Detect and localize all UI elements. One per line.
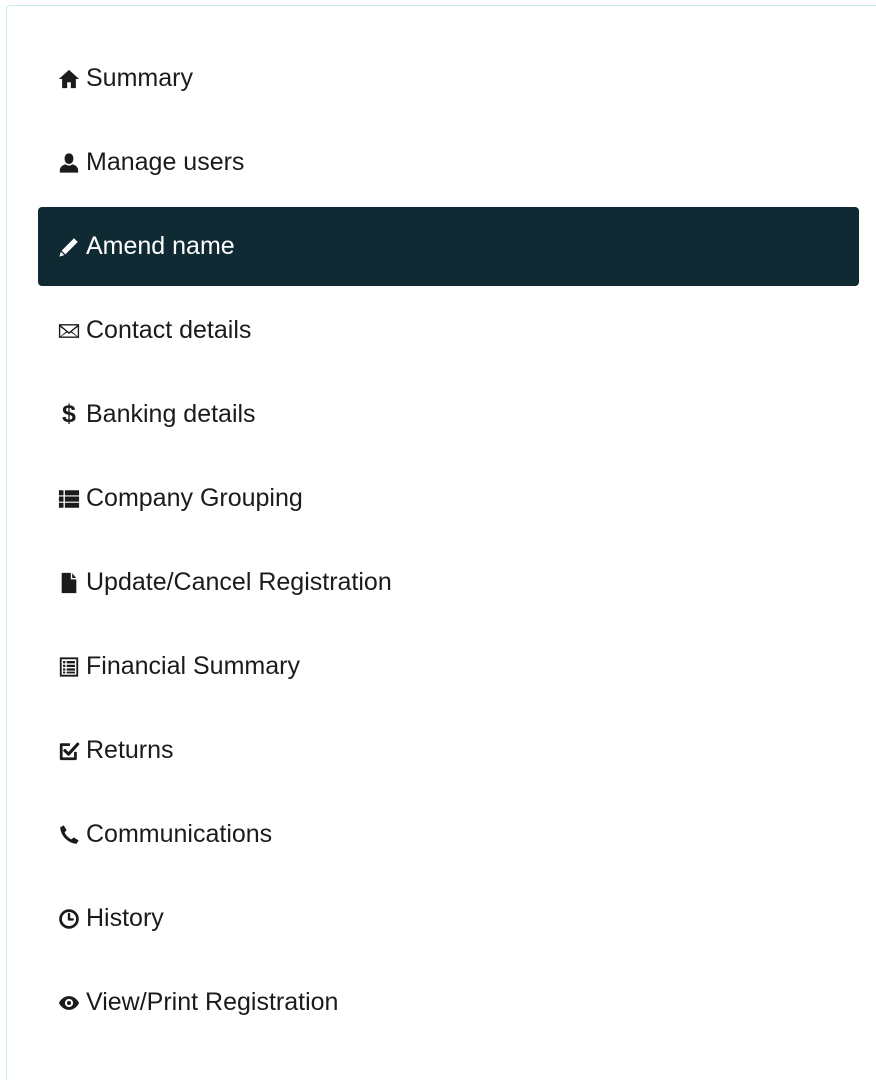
- sidebar-item-amend-name[interactable]: Amend name: [38, 207, 859, 286]
- sidebar-panel: Summary Manage users Amend name Contact …: [6, 5, 876, 1080]
- sidebar-item-label: Communications: [86, 820, 273, 848]
- sidebar-item-returns[interactable]: Returns: [38, 711, 859, 790]
- user-icon: [56, 150, 82, 176]
- pencil-icon: [56, 234, 82, 260]
- sidebar-item-communications[interactable]: Communications: [38, 795, 859, 874]
- sidebar-item-label: Company Grouping: [86, 484, 303, 512]
- file-icon: [56, 570, 82, 596]
- sidebar-item-summary[interactable]: Summary: [38, 39, 859, 118]
- sidebar-item-label: Banking details: [86, 400, 256, 428]
- sidebar-item-view-print-registration[interactable]: View/Print Registration: [38, 963, 859, 1042]
- sidebar-item-banking-details[interactable]: $ Banking details: [38, 375, 859, 454]
- sidebar-item-contact-details[interactable]: Contact details: [38, 291, 859, 370]
- dollar-icon: $: [62, 400, 76, 428]
- sidebar-item-label: History: [86, 904, 164, 932]
- clock-icon: [56, 906, 82, 932]
- sidebar-item-company-grouping[interactable]: Company Grouping: [38, 459, 859, 538]
- sidebar-item-label: Manage users: [86, 148, 245, 176]
- sidebar-nav: Summary Manage users Amend name Contact …: [38, 39, 859, 1047]
- sidebar-item-history[interactable]: History: [38, 879, 859, 958]
- sidebar-item-label: View/Print Registration: [86, 988, 339, 1016]
- sidebar-item-label: Financial Summary: [86, 652, 300, 680]
- sidebar-item-label: Summary: [86, 64, 193, 92]
- sidebar-item-update-cancel-registration[interactable]: Update/Cancel Registration: [38, 543, 859, 622]
- sidebar-item-manage-users[interactable]: Manage users: [38, 123, 859, 202]
- home-icon: [56, 66, 82, 92]
- sidebar-item-label: Update/Cancel Registration: [86, 568, 392, 596]
- list-alt-icon: [56, 654, 82, 680]
- sidebar-item-label: Contact details: [86, 316, 252, 344]
- list-icon: [56, 486, 82, 512]
- sidebar-item-financial-summary[interactable]: Financial Summary: [38, 627, 859, 706]
- envelope-icon: [56, 318, 82, 344]
- check-square-icon: [56, 738, 82, 764]
- eye-icon: [56, 990, 82, 1016]
- phone-icon: [56, 822, 82, 848]
- sidebar-item-label: Returns: [86, 736, 174, 764]
- sidebar-item-label: Amend name: [86, 232, 235, 260]
